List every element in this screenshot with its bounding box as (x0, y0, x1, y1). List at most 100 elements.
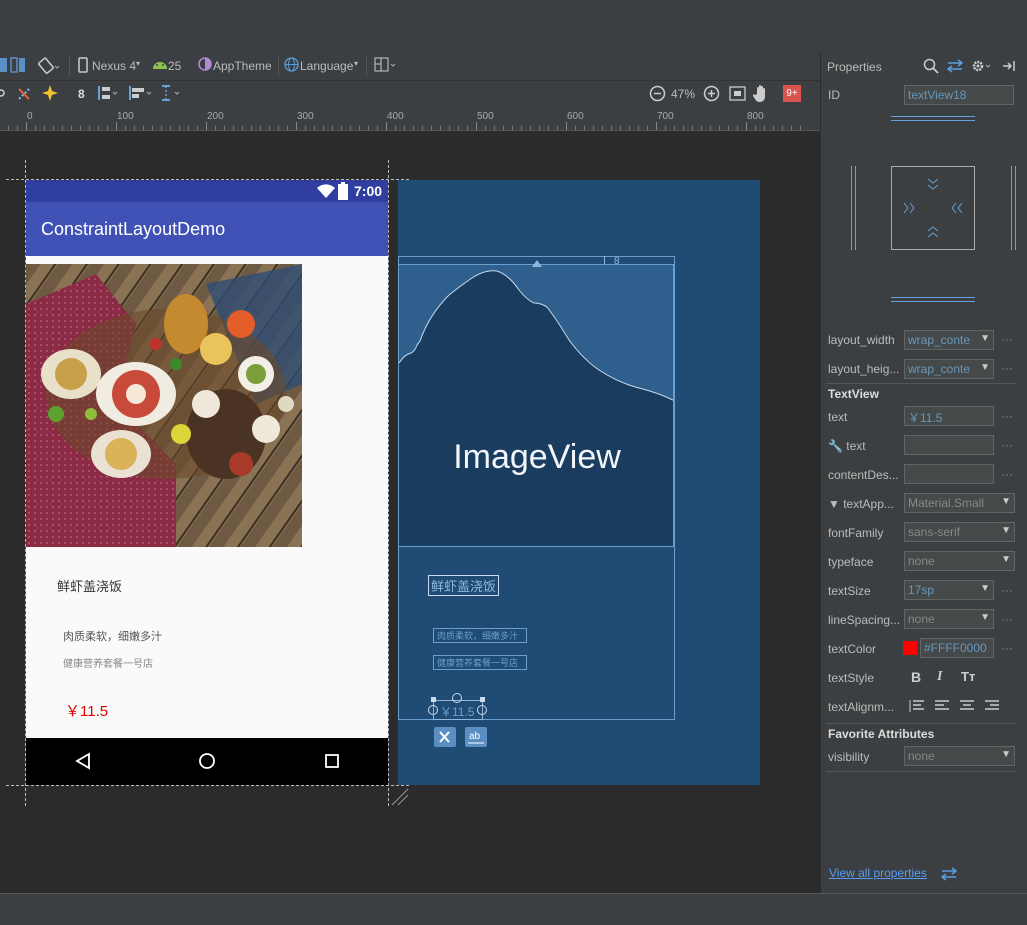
align-left-icon[interactable] (934, 699, 950, 718)
wrench-icon: 🔧 (828, 439, 843, 453)
guidelines-icon[interactable] (160, 84, 184, 105)
baseline-button[interactable]: ab (465, 727, 487, 747)
bottom-margin-indicator[interactable] (891, 297, 975, 302)
more-icon[interactable]: ··· (1001, 641, 1013, 655)
device-selector[interactable]: Nexus 4 (92, 59, 136, 73)
text-size-label: textSize (828, 584, 871, 598)
infer-constraints-icon[interactable] (41, 84, 59, 105)
dropdown-icon: ▼ (1001, 525, 1011, 536)
right-margin-indicator[interactable] (1011, 166, 1016, 250)
notifications-badge[interactable]: 9+ (783, 85, 801, 102)
right-anchor-handle[interactable] (477, 705, 487, 715)
more-icon[interactable]: ··· (1001, 438, 1013, 452)
left-anchor-handle[interactable] (428, 705, 438, 715)
orientation-icon[interactable] (37, 56, 60, 77)
blueprint-store[interactable]: 健康营养套餐一号店 (433, 655, 527, 670)
zoom-fit-icon[interactable] (729, 85, 746, 105)
language-dropdown-icon: ▾ (354, 59, 359, 68)
divider (826, 723, 1016, 724)
more-icon[interactable]: ··· (1001, 332, 1013, 346)
text-appearance-label[interactable]: ▼ textApp... (828, 497, 894, 511)
content-description-field[interactable] (904, 464, 994, 484)
blueprint-description[interactable]: 肉质柔软，细嫩多汁 (433, 628, 527, 643)
typeface-field[interactable]: none ▼ (904, 551, 1015, 571)
italic-icon[interactable]: I (937, 669, 942, 685)
layout-width-field[interactable]: wrap_conte ▼ (904, 330, 994, 350)
constraint-widget-box[interactable] (891, 166, 975, 250)
visibility-field[interactable]: none ▼ (904, 746, 1015, 766)
text-color-field[interactable]: #FFFF0000 (920, 638, 994, 658)
view-all-properties-link[interactable]: View all properties (829, 866, 927, 880)
tools-text-label-text: text (846, 439, 866, 453)
status-time: 7:00 (354, 183, 383, 199)
phone-icon[interactable] (77, 56, 89, 77)
dropdown-icon: ▼ (980, 362, 990, 373)
default-margin[interactable]: 8 (78, 87, 85, 101)
ruler-label: 500 (477, 111, 494, 122)
layout-height-label: layout_heig... (828, 362, 900, 376)
ruler-label: 0 (27, 111, 33, 122)
line-spacing-field[interactable]: none ▼ (904, 609, 994, 629)
zoom-out-icon[interactable] (649, 85, 666, 105)
text-alignment-label: textAlignm... (828, 700, 895, 714)
dropdown-icon: ▼ (980, 583, 990, 594)
blueprint-mode-icon[interactable] (10, 57, 26, 76)
align-center-icon[interactable] (959, 699, 975, 718)
selected-price-view[interactable]: ￥11.5 (433, 700, 483, 720)
api-level-selector[interactable]: 25 (168, 59, 181, 73)
more-icon[interactable]: ··· (1001, 583, 1013, 597)
text-appearance-field[interactable]: Material.Small ▼ (904, 493, 1015, 513)
design-mode-icon[interactable] (0, 57, 8, 76)
imageview-placeholder[interactable]: ImageView (398, 264, 674, 547)
swap-icon[interactable] (946, 59, 964, 78)
text-color-swatch[interactable] (903, 641, 917, 655)
ruler-label: 800 (747, 111, 764, 122)
id-field[interactable]: textView18 (904, 85, 1014, 105)
constraint-anchor-icon[interactable] (532, 255, 542, 273)
text-size-field[interactable]: 17sp ▼ (904, 580, 994, 600)
all-caps-icon[interactable]: Tт (961, 669, 975, 684)
layout-height-field[interactable]: wrap_conte ▼ (904, 359, 994, 379)
resize-handle[interactable] (480, 697, 485, 702)
text-size-value: 17sp (908, 583, 935, 597)
more-icon[interactable]: ··· (1001, 467, 1013, 481)
pin-icon[interactable] (1001, 58, 1017, 79)
font-family-label: fontFamily (828, 526, 884, 540)
resize-handle-icon[interactable] (390, 787, 410, 812)
align-right-icon[interactable] (984, 699, 1000, 718)
zoom-in-icon[interactable] (703, 85, 720, 105)
layout-variants-icon[interactable] (374, 57, 398, 76)
search-icon[interactable] (923, 58, 939, 79)
show-constraints-icon[interactable] (0, 86, 6, 103)
more-icon[interactable]: ··· (1001, 409, 1013, 423)
favorite-attributes-title: Favorite Attributes (828, 727, 935, 741)
left-margin-indicator[interactable] (851, 166, 856, 250)
layout-width-label: layout_width (828, 333, 895, 347)
bold-icon[interactable]: B (911, 669, 921, 685)
text-field[interactable]: ￥11.5 (904, 406, 994, 426)
clear-constraints-icon[interactable] (16, 86, 34, 105)
dropdown-icon: ▼ (980, 333, 990, 344)
more-icon[interactable]: ··· (1001, 612, 1013, 626)
pan-icon[interactable] (752, 84, 771, 106)
top-margin-indicator[interactable] (891, 116, 975, 121)
blueprint-dish-title[interactable]: 鲜虾盖浇饭 (428, 575, 500, 596)
text-style-label: textStyle (828, 671, 875, 685)
layout-height-value: wrap_conte (908, 362, 971, 376)
delete-constraints-button[interactable] (434, 727, 456, 747)
theme-selector[interactable]: AppTheme (213, 59, 272, 73)
align-icon[interactable] (128, 84, 154, 105)
margin-label: 8 (614, 256, 620, 267)
align-start-icon[interactable] (909, 699, 925, 718)
top-anchor-handle[interactable] (452, 693, 462, 703)
app-title: ConstraintLayoutDemo (41, 219, 226, 239)
ruler-label: 200 (207, 111, 224, 122)
more-icon[interactable]: ··· (1001, 361, 1013, 375)
resize-handle[interactable] (431, 697, 436, 702)
language-selector[interactable]: Language (300, 59, 353, 73)
swap-icon[interactable] (940, 867, 958, 886)
font-family-field[interactable]: sans-serif ▼ (904, 522, 1015, 542)
pack-icon[interactable] (96, 84, 120, 105)
gear-icon[interactable] (971, 58, 993, 79)
tools-text-field[interactable] (904, 435, 994, 455)
